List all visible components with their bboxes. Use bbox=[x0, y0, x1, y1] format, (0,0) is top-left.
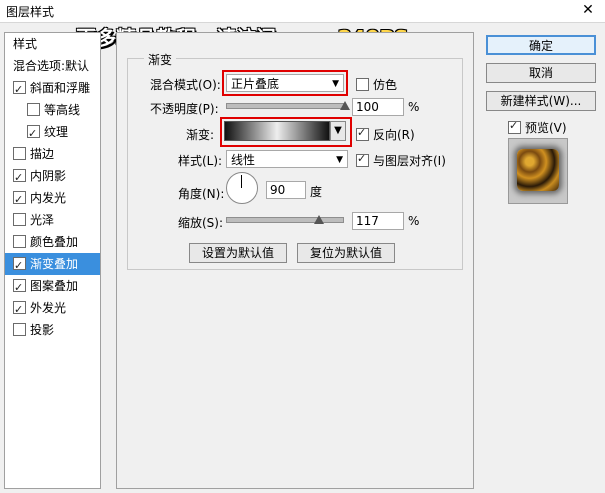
style-item[interactable]: 投影 bbox=[5, 319, 100, 341]
styles-header: 样式 bbox=[13, 37, 38, 51]
ok-button[interactable]: 确定 bbox=[486, 35, 596, 55]
style-item-label: 斜面和浮雕 bbox=[30, 81, 91, 95]
reverse-checkbox[interactable]: 反向(R) bbox=[356, 126, 415, 143]
preview-texture bbox=[517, 149, 559, 191]
style-item-label: 投影 bbox=[30, 323, 55, 337]
style-item-label: 图案叠加 bbox=[30, 279, 79, 293]
angle-dial-icon[interactable] bbox=[226, 172, 258, 204]
scale-unit: % bbox=[408, 214, 420, 228]
angle-label: 角度(N): bbox=[178, 187, 225, 201]
style-value: 线性 bbox=[231, 153, 256, 167]
blend-mode-label: 混合模式(O): bbox=[150, 78, 221, 92]
check-icon[interactable] bbox=[27, 103, 40, 116]
style-item[interactable]: 内阴影 bbox=[5, 165, 100, 189]
check-icon[interactable] bbox=[13, 277, 26, 299]
opacity-slider-thumb[interactable] bbox=[340, 101, 350, 110]
style-item[interactable]: 外发光 bbox=[5, 297, 100, 321]
blend-options-item[interactable]: 混合选项:默认 bbox=[5, 55, 100, 77]
style-select[interactable]: 线性 ▼ bbox=[226, 150, 348, 168]
title-bar: 图层样式 ✕ bbox=[0, 0, 605, 23]
opacity-label: 不透明度(P): bbox=[150, 102, 219, 116]
style-item-label: 内发光 bbox=[30, 191, 67, 205]
scale-slider[interactable] bbox=[226, 215, 344, 224]
check-icon[interactable] bbox=[13, 323, 26, 336]
reset-default-button[interactable]: 复位为默认值 bbox=[297, 243, 395, 263]
style-preview-thumbnail bbox=[508, 138, 568, 204]
style-item-label: 渐变叠加 bbox=[30, 257, 79, 271]
align-checkbox[interactable]: 与图层对齐(I) bbox=[356, 152, 446, 169]
align-check-icon bbox=[356, 152, 369, 167]
opacity-unit: % bbox=[408, 100, 420, 114]
dither-label: 仿色 bbox=[373, 78, 398, 92]
angle-input[interactable]: 90 bbox=[266, 181, 306, 199]
check-icon[interactable] bbox=[13, 167, 26, 189]
style-item[interactable]: 纹理 bbox=[5, 121, 100, 145]
check-icon[interactable] bbox=[13, 147, 26, 160]
style-item[interactable]: 描边 bbox=[5, 143, 100, 165]
opacity-slider[interactable] bbox=[226, 101, 350, 110]
style-item-label: 光泽 bbox=[30, 213, 55, 227]
style-item[interactable]: 颜色叠加 bbox=[5, 231, 100, 253]
align-label: 与图层对齐(I) bbox=[373, 154, 446, 168]
style-item[interactable]: 图案叠加 bbox=[5, 275, 100, 299]
style-item[interactable]: 渐变叠加 bbox=[5, 253, 100, 277]
reverse-label: 反向(R) bbox=[373, 128, 415, 142]
style-item-label: 等高线 bbox=[44, 103, 81, 117]
check-icon[interactable] bbox=[13, 299, 26, 321]
angle-unit: 度 bbox=[310, 185, 323, 199]
check-icon[interactable] bbox=[13, 213, 26, 226]
check-icon[interactable] bbox=[13, 235, 26, 248]
highlight-blend-mode bbox=[222, 70, 348, 96]
style-item-label: 颜色叠加 bbox=[30, 235, 79, 249]
set-default-button[interactable]: 设置为默认值 bbox=[189, 243, 287, 263]
check-icon[interactable] bbox=[13, 79, 26, 101]
style-item-label: 纹理 bbox=[44, 125, 69, 139]
dither-check-icon bbox=[356, 78, 369, 91]
preview-label: 预览(V) bbox=[525, 121, 567, 135]
reverse-check-icon bbox=[356, 126, 369, 141]
style-item-label: 外发光 bbox=[30, 301, 67, 315]
style-item[interactable]: 斜面和浮雕 bbox=[5, 77, 100, 101]
check-icon[interactable] bbox=[13, 255, 26, 277]
group-title: 渐变 bbox=[144, 51, 177, 68]
check-icon[interactable] bbox=[13, 189, 26, 211]
close-icon[interactable]: ✕ bbox=[579, 1, 597, 19]
preview-checkbox[interactable]: 预览(V) bbox=[508, 119, 567, 136]
dither-checkbox[interactable]: 仿色 bbox=[356, 76, 397, 93]
preview-check-icon bbox=[508, 119, 521, 134]
cancel-button[interactable]: 取消 bbox=[486, 63, 596, 83]
style-item-label: 描边 bbox=[30, 147, 55, 161]
highlight-gradient bbox=[220, 117, 352, 147]
style-item[interactable]: 光泽 bbox=[5, 209, 100, 231]
gradient-overlay-panel: 渐变 混合模式(O): 正片叠底 ▼ 仿色 不透明度(P): 100 % 渐变:… bbox=[116, 32, 474, 489]
check-icon[interactable] bbox=[27, 123, 40, 145]
style-item-label: 内阴影 bbox=[30, 169, 67, 183]
scale-label: 缩放(S): bbox=[178, 216, 224, 230]
scale-input[interactable]: 117 bbox=[352, 212, 404, 230]
gradient-label: 渐变: bbox=[186, 128, 215, 142]
window-title: 图层样式 bbox=[6, 5, 55, 19]
new-style-button[interactable]: 新建样式(W)... bbox=[486, 91, 596, 111]
styles-list: 样式 混合选项:默认 斜面和浮雕等高线纹理描边内阴影内发光光泽颜色叠加渐变叠加图… bbox=[4, 32, 101, 489]
style-item[interactable]: 等高线 bbox=[5, 99, 100, 121]
style-item[interactable]: 内发光 bbox=[5, 187, 100, 211]
style-label: 样式(L): bbox=[178, 154, 223, 168]
gradient-group: 渐变 混合模式(O): 正片叠底 ▼ 仿色 不透明度(P): 100 % 渐变:… bbox=[127, 51, 463, 270]
opacity-input[interactable]: 100 bbox=[352, 98, 404, 116]
chevron-down-icon: ▼ bbox=[336, 155, 343, 165]
scale-slider-thumb[interactable] bbox=[314, 215, 325, 224]
